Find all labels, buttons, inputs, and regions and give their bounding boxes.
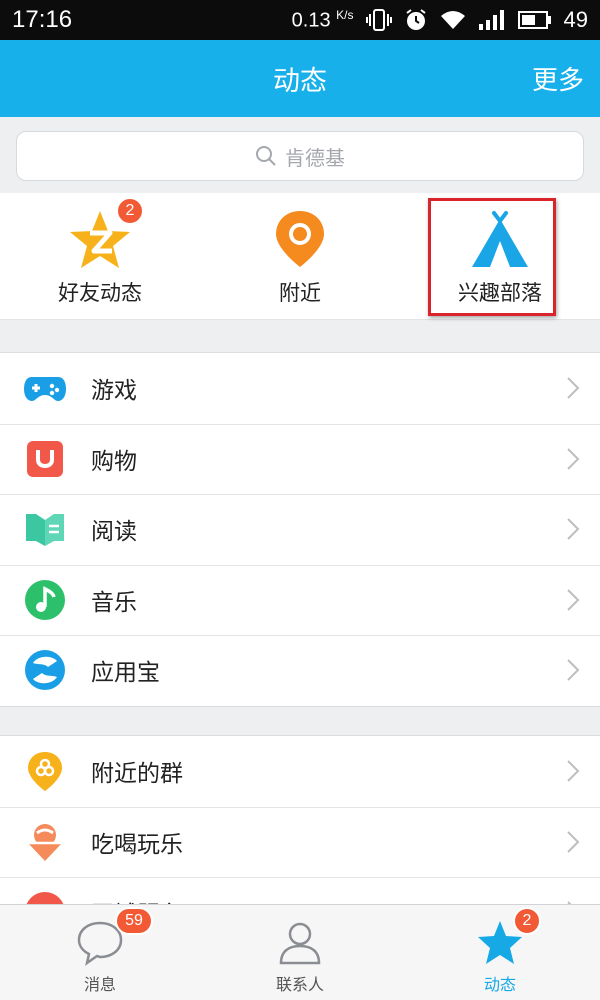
list-item-city-service[interactable]: 同城服务 (0, 877, 600, 904)
status-bar: 17:16 0.13 K/s 49 (0, 0, 600, 40)
battery-level: 49 (563, 7, 588, 32)
highlight-box (428, 198, 556, 316)
status-icons: 0.13 K/s 49 (292, 7, 588, 33)
list-item-games[interactable]: 游戏 (0, 353, 600, 424)
list-item-label: 游戏 (91, 378, 137, 405)
chevron-right-icon (567, 518, 580, 540)
vibrate-icon (365, 9, 392, 31)
friend-feed-badge: 2 (116, 197, 144, 225)
search-placeholder: 肯德基 (285, 145, 345, 170)
list-item-app-store[interactable]: 应用宝 (0, 635, 600, 706)
list-item-label: 同城服务 (91, 895, 183, 904)
chevron-right-icon (567, 659, 580, 681)
list-item-label: 音乐 (91, 589, 137, 616)
search-input[interactable]: 肯德基 (16, 131, 584, 181)
book-icon (26, 514, 64, 547)
chevron-right-icon (567, 589, 580, 611)
ice-cream-icon (28, 823, 62, 861)
messages-badge: 59 (115, 907, 153, 935)
chevron-right-icon (567, 448, 580, 470)
network-speed-unit: K/s (336, 7, 354, 22)
tab-label: 联系人 (275, 975, 324, 994)
list-item-label: 吃喝玩乐 (91, 831, 183, 858)
city-service-icon (26, 892, 64, 904)
music-icon (25, 579, 65, 620)
tab-feed[interactable]: 2 动态 (400, 905, 600, 1000)
list-item-music[interactable]: 音乐 (0, 564, 600, 636)
bottom-navigation: 59 消息 联系人 2 动态 (0, 904, 600, 1000)
search-icon (256, 146, 276, 166)
list-item-label: 附近的群 (91, 761, 183, 788)
signal-icon (478, 10, 504, 30)
more-button[interactable]: 更多 (532, 40, 584, 117)
list-item-label: 应用宝 (91, 660, 160, 687)
list-item-label: 购物 (91, 448, 137, 475)
list-item-label: 阅读 (91, 519, 137, 546)
title-bar: 动态 更多 (0, 40, 600, 117)
nearby-group-icon (28, 752, 62, 792)
gamepad-icon (24, 377, 66, 402)
search-area: 肯德基 (0, 117, 600, 193)
wifi-icon (440, 11, 465, 29)
battery-icon (517, 11, 551, 29)
service-list-1: 游戏 购物 阅读 音乐 应用宝 (0, 352, 600, 707)
quick-item-friend-feed[interactable]: 2 好友动态 (0, 193, 200, 320)
quick-item-nearby[interactable]: 附近 (200, 193, 400, 320)
chevron-right-icon (567, 760, 580, 782)
quick-item-label: 附近 (279, 281, 321, 305)
tab-label: 消息 (83, 975, 116, 994)
status-time: 17:16 (12, 6, 73, 33)
feed-badge: 2 (513, 907, 541, 935)
app-store-icon (25, 650, 65, 691)
chevron-right-icon (567, 831, 580, 853)
list-item-reading[interactable]: 阅读 (0, 494, 600, 565)
alarm-icon (405, 9, 426, 30)
service-list-2: 附近的群 吃喝玩乐 同城服务 (0, 735, 600, 904)
network-speed: 0.13 K/s (292, 8, 354, 33)
list-item-food-fun[interactable]: 吃喝玩乐 (0, 806, 600, 878)
page-title: 动态 (273, 66, 327, 97)
tab-messages[interactable]: 59 消息 (0, 905, 200, 1000)
tab-label: 动态 (483, 975, 516, 994)
quick-item-label: 好友动态 (58, 281, 142, 305)
list-item-nearby-groups[interactable]: 附近的群 (0, 736, 600, 807)
network-speed-value: 0.13 (291, 9, 331, 32)
contact-person-icon (279, 922, 321, 965)
tab-contacts[interactable]: 联系人 (200, 905, 400, 1000)
shopping-icon (27, 440, 63, 477)
chevron-right-icon (567, 377, 580, 399)
list-item-shopping[interactable]: 购物 (0, 423, 600, 495)
location-pin-icon (276, 211, 324, 267)
